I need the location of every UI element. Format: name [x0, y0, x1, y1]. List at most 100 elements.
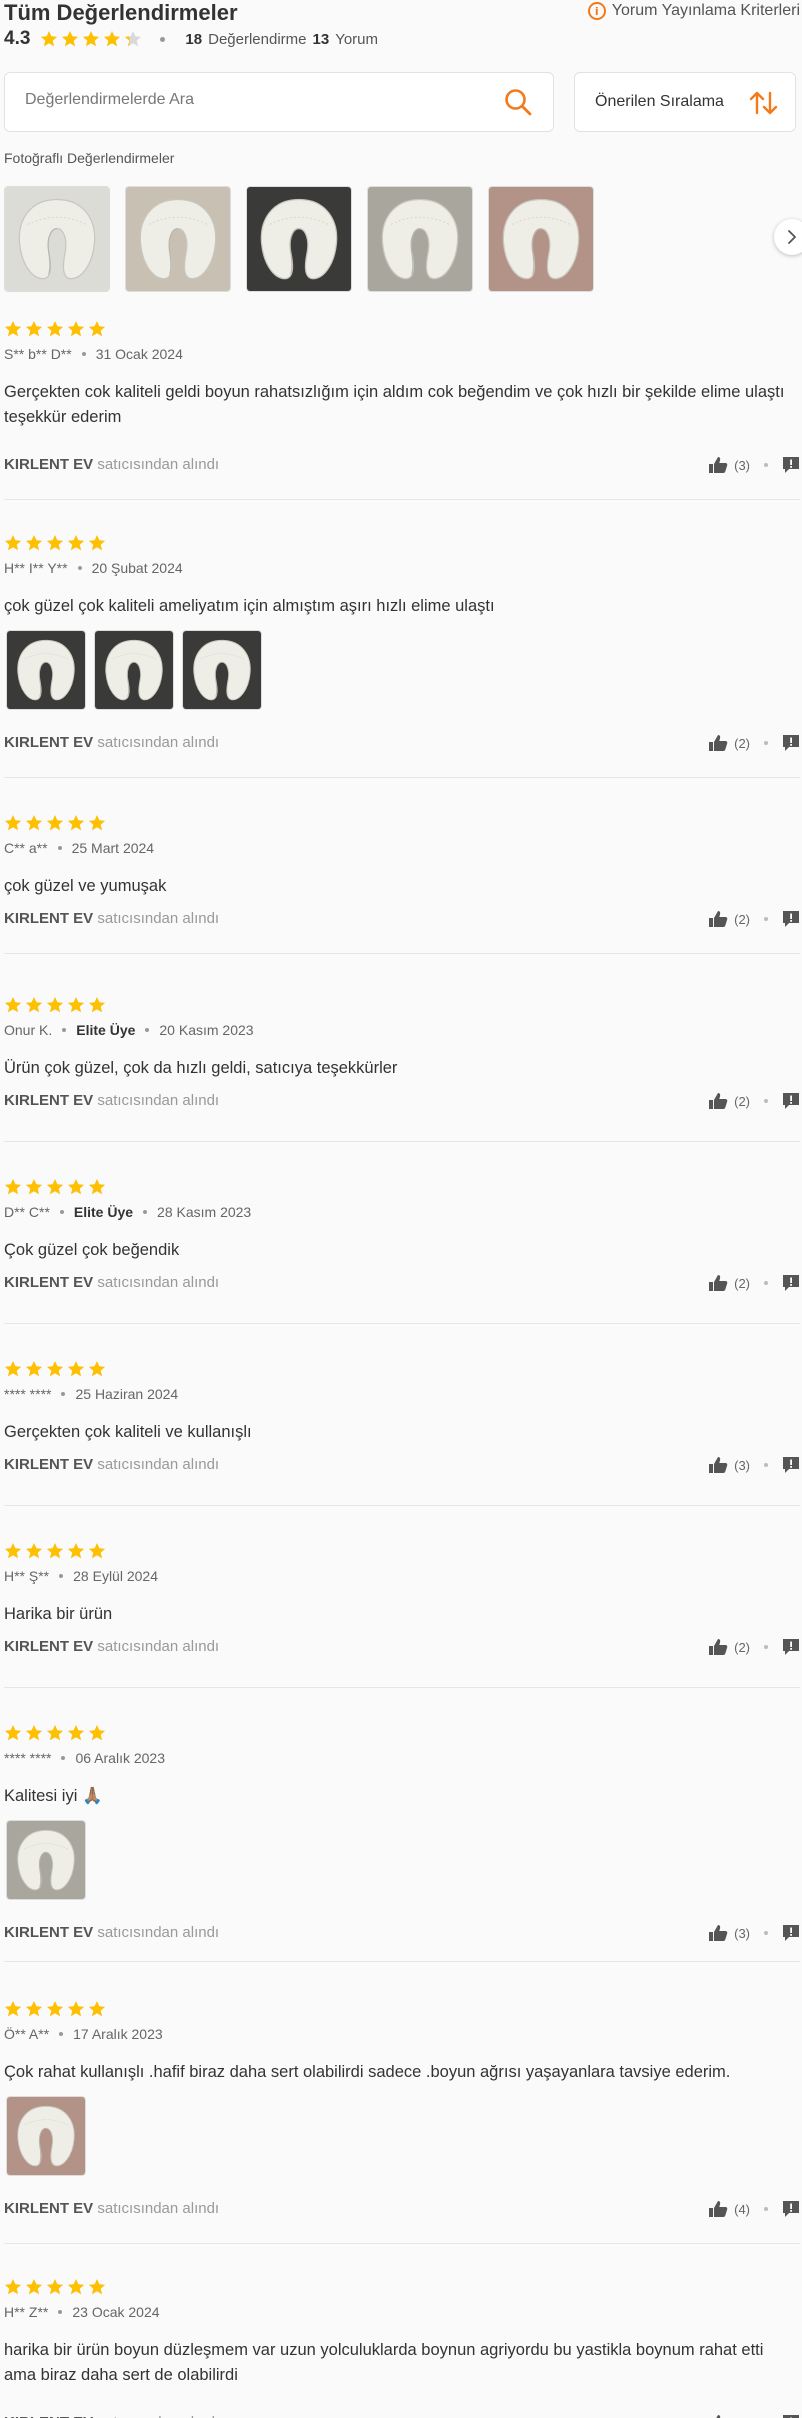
report-flag-icon[interactable]	[782, 1638, 800, 1656]
page-title: Tüm Değerlendirmeler	[4, 0, 238, 25]
seller-name[interactable]: KIRLENT EV	[4, 734, 93, 751]
separator-dot	[81, 352, 86, 356]
review-text: Çok rahat kullanışlı .hafif biraz daha s…	[4, 2063, 731, 2081]
criteria-link[interactable]: i Yorum Yayınlama Kriterleri	[587, 2, 800, 20]
review-image-thumbnail[interactable]	[6, 2096, 86, 2176]
review-photo-thumbnail[interactable]	[246, 186, 352, 292]
seller-name[interactable]: KIRLENT EV	[4, 2200, 93, 2217]
star-icon	[88, 2278, 106, 2296]
star-icon	[46, 814, 64, 832]
seller-name[interactable]: KIRLENT EV	[4, 456, 93, 473]
report-flag-icon[interactable]	[782, 734, 800, 752]
review-author: C** a**	[4, 840, 48, 856]
review-author: D** C**	[4, 1204, 50, 1220]
separator-dot	[61, 1392, 66, 1396]
review-photo-thumbnail[interactable]	[4, 186, 110, 292]
search-icon[interactable]	[503, 87, 533, 117]
report-flag-icon[interactable]	[782, 2200, 800, 2218]
separator-dot	[764, 2207, 768, 2211]
review-meta: Ö** A** 17 Aralık 2023	[4, 2026, 163, 2042]
separator-dot	[764, 1931, 768, 1935]
thumbs-up-icon[interactable]	[708, 2414, 728, 2418]
report-flag-icon[interactable]	[782, 1456, 800, 1474]
review-date: 17 Aralık 2023	[73, 2026, 163, 2042]
sort-dropdown[interactable]: Önerilen Sıralama	[574, 72, 796, 132]
star-icon	[25, 1542, 43, 1560]
thumbs-up-icon[interactable]	[708, 1274, 728, 1292]
thumbs-up-icon[interactable]	[708, 456, 728, 474]
star-icon	[4, 320, 22, 338]
seller-suffix: satıcısından alındı	[97, 2414, 219, 2418]
thumbs-up-icon[interactable]	[708, 910, 728, 928]
review-image-thumbnail[interactable]	[6, 1820, 86, 1900]
thumbs-up-icon[interactable]	[708, 1456, 728, 1474]
star-icon	[67, 1360, 85, 1378]
search-input[interactable]	[25, 91, 485, 109]
review-stars	[4, 996, 106, 1014]
review-photo-thumbnail[interactable]	[125, 186, 231, 292]
thumbs-up-icon[interactable]	[708, 1092, 728, 1110]
report-flag-icon[interactable]	[782, 1092, 800, 1110]
report-flag-icon[interactable]	[782, 456, 800, 474]
seller-info: KIRLENT EV satıcısından alındı	[4, 1092, 219, 1109]
search-box[interactable]	[4, 72, 554, 132]
review-actions: (2)	[708, 910, 800, 928]
star-icon	[88, 996, 106, 1014]
review-footer: KIRLENT EV satıcısından alındı (2)	[4, 1092, 800, 1112]
review-card: **** **** 25 Haziran 2024 Gerçekten çok ka…	[4, 1360, 800, 1506]
review-actions: (2)	[708, 1092, 800, 1110]
seller-suffix: satıcısından alındı	[97, 910, 220, 927]
review-footer: KIRLENT EV satıcısından alındı (3)	[4, 1924, 800, 1944]
report-flag-icon[interactable]	[782, 910, 800, 928]
separator-dot	[764, 1099, 768, 1103]
review-images	[6, 2096, 86, 2176]
rating-summary: 4.3 18 Değerlendirme 13 Yorum	[4, 28, 378, 50]
star-icon	[88, 1542, 106, 1560]
review-stars	[4, 320, 106, 338]
seller-name[interactable]: KIRLENT EV	[4, 1274, 93, 1291]
thumbs-up-icon[interactable]	[708, 1638, 728, 1656]
separator-dot	[57, 846, 62, 850]
review-actions: (2)	[708, 734, 800, 752]
review-meta: H** Ş** 28 Eylül 2024	[4, 1568, 158, 1584]
seller-name[interactable]: KIRLENT EV	[4, 1638, 93, 1655]
thumbs-up-icon[interactable]	[708, 1924, 728, 1942]
seller-name[interactable]: KIRLENT EV	[4, 1092, 93, 1109]
separator-dot	[145, 1028, 150, 1032]
review-image-thumbnail[interactable]	[6, 630, 86, 710]
review-image-thumbnail[interactable]	[182, 630, 262, 710]
review-footer: KIRLENT EV satıcısından alındı (2)	[4, 1274, 800, 1294]
review-actions: (4)	[708, 2200, 800, 2218]
seller-name[interactable]: KIRLENT EV	[4, 2414, 93, 2418]
seller-info: KIRLENT EV satıcısından alındı	[4, 1924, 219, 1941]
seller-name[interactable]: KIRLENT EV	[4, 1924, 93, 1941]
thumbs-up-icon[interactable]	[708, 2200, 728, 2218]
review-actions: (3)	[708, 1924, 800, 1942]
review-text: Harika bir ürün	[4, 1605, 113, 1623]
review-author: **** ****	[4, 1750, 52, 1766]
carousel-next-button[interactable]	[774, 219, 802, 255]
separator-dot	[764, 463, 768, 467]
criteria-link-label: Yorum Yayınlama Kriterleri	[611, 2, 800, 19]
star-icon	[46, 1360, 64, 1378]
photos-section-label: Fotoğraflı Değerlendirmeler	[4, 150, 175, 166]
star-icon	[67, 1178, 85, 1196]
review-images	[6, 630, 262, 710]
report-flag-icon[interactable]	[782, 2414, 800, 2418]
report-flag-icon[interactable]	[782, 1274, 800, 1292]
review-text: Gerçekten cok kaliteli geldi boyun rahat…	[4, 383, 785, 426]
star-icon	[46, 996, 64, 1014]
report-flag-icon[interactable]	[782, 1924, 800, 1942]
review-photo-thumbnail[interactable]	[488, 186, 594, 292]
seller-name[interactable]: KIRLENT EV	[4, 1456, 93, 1473]
review-card: H** Ş** 28 Eylül 2024 Harika bir ürün KIRLE…	[4, 1542, 800, 1688]
review-image-thumbnail[interactable]	[94, 630, 174, 710]
star-icon	[25, 1724, 43, 1742]
star-icon	[4, 2000, 22, 2018]
separator-dot	[62, 1028, 67, 1032]
star-icon	[4, 1542, 22, 1560]
thumbs-up-icon[interactable]	[708, 734, 728, 752]
review-photo-thumbnail[interactable]	[367, 186, 473, 292]
seller-name[interactable]: KIRLENT EV	[4, 910, 93, 927]
review-date: 25 Haziran 2024	[75, 1386, 179, 1402]
